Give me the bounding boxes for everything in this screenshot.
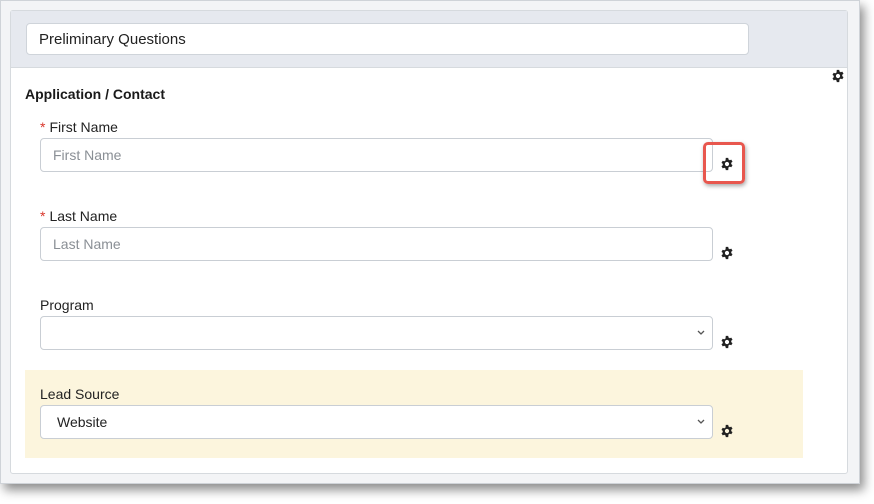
- gear-icon[interactable]: [720, 246, 734, 260]
- program-label: Program: [40, 297, 94, 313]
- first-name-label: * First Name: [40, 119, 118, 135]
- section-heading: Application / Contact: [25, 86, 165, 102]
- lead-source-select-value: Website: [57, 414, 108, 430]
- card-header: [11, 11, 847, 68]
- last-name-input[interactable]: [40, 227, 713, 261]
- last-name-label: * Last Name: [40, 208, 117, 224]
- chevron-down-icon: [696, 415, 706, 429]
- screenshot-frame: Application / Contact *First Name *Last …: [0, 0, 860, 484]
- required-marker: *: [40, 119, 46, 135]
- highlight-box: [703, 142, 745, 184]
- first-name-input[interactable]: [40, 138, 713, 172]
- chevron-down-icon: [696, 326, 706, 340]
- form-card: Application / Contact *First Name *Last …: [10, 10, 848, 474]
- first-name-label-text: First Name: [49, 119, 118, 135]
- gear-icon[interactable]: [720, 424, 734, 438]
- lead-source-label: Lead Source: [40, 386, 120, 402]
- required-marker: *: [40, 208, 46, 224]
- last-name-label-text: Last Name: [49, 208, 118, 224]
- lead-source-select[interactable]: Website: [40, 405, 713, 439]
- gear-icon[interactable]: [720, 335, 734, 349]
- gear-icon[interactable]: [831, 69, 845, 83]
- section-title-input[interactable]: [26, 23, 749, 55]
- program-select[interactable]: [40, 316, 713, 350]
